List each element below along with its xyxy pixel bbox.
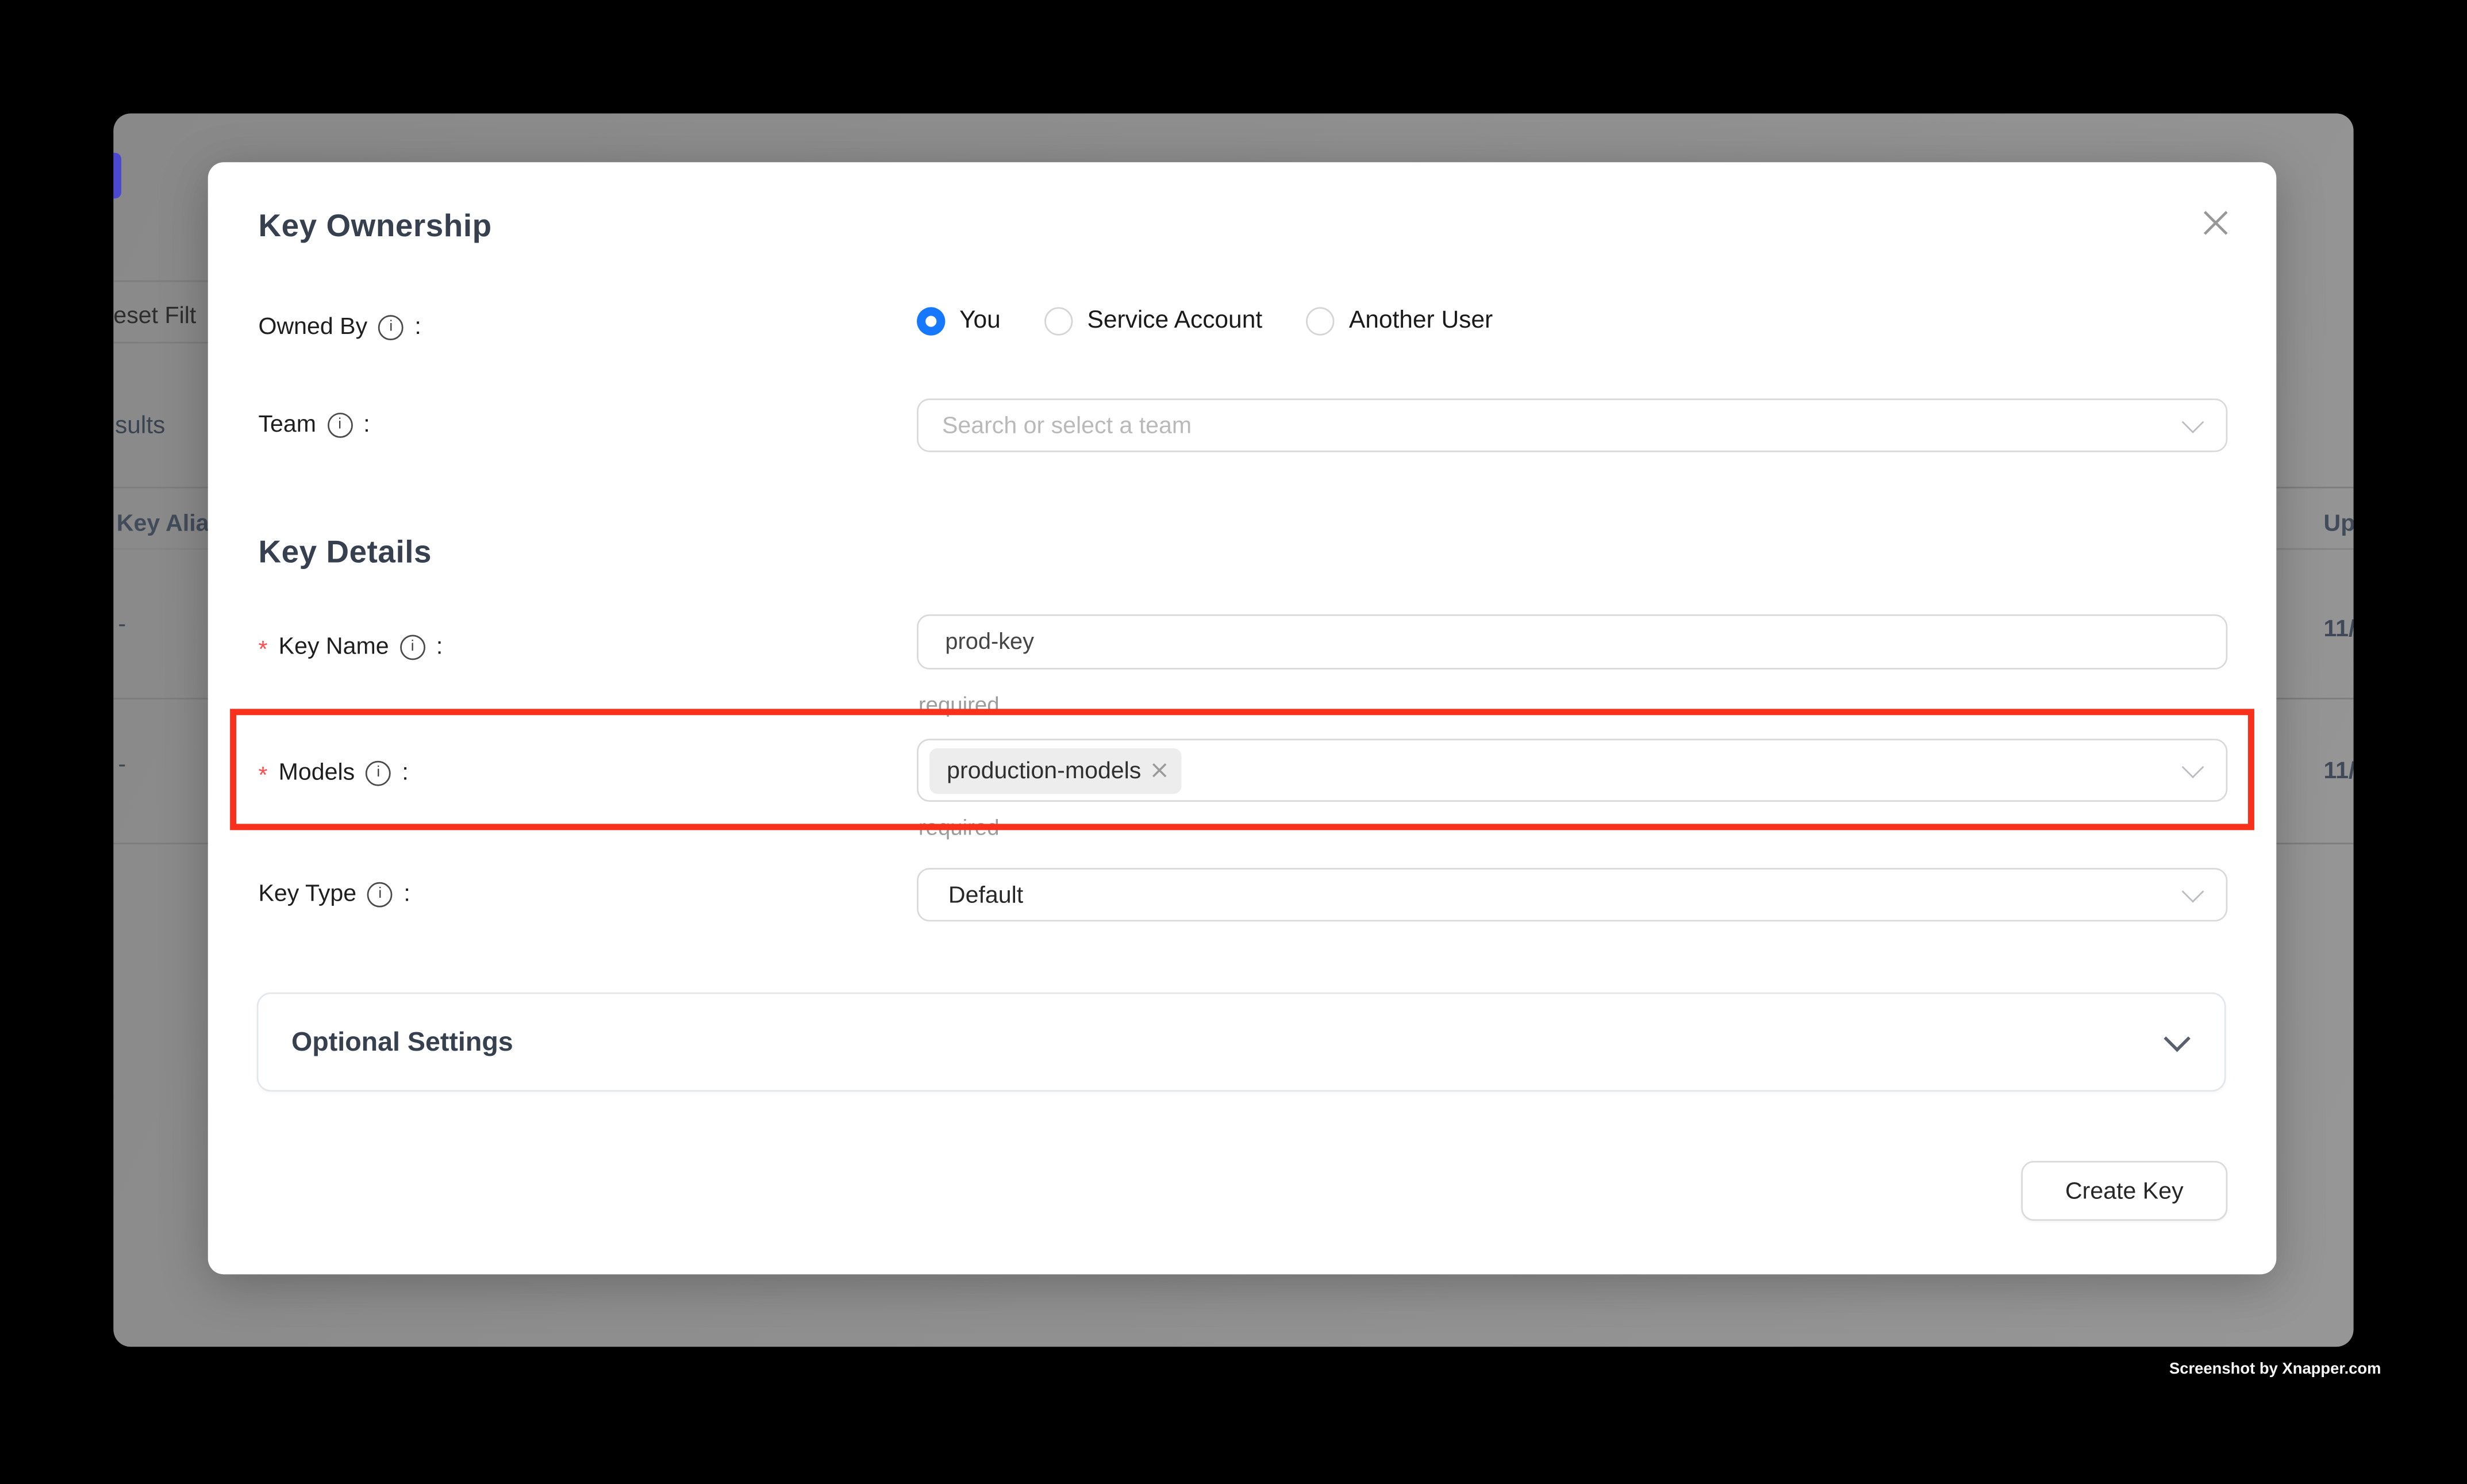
radio-label: You [959,307,1001,335]
section-title-key-details: Key Details [258,536,432,572]
radio-unselected-icon[interactable] [1306,307,1335,335]
radio-unselected-icon[interactable] [1045,307,1073,335]
table-row-alias-cell: - [118,611,126,638]
label-colon: : [436,633,443,660]
key-name-label: * Key Name i : [258,633,443,660]
key-name-label-text: Key Name [279,633,389,660]
close-icon [2201,209,2228,236]
table-row-alias-cell: - [118,751,126,778]
owned-by-label: Owned By i : [258,313,421,340]
column-header-key-alias: Key Alia [117,510,209,537]
table-row-updated-cell: 11/ [2324,758,2354,785]
optional-settings-title: Optional Settings [291,1027,513,1058]
column-header-updated: Up [2324,510,2354,537]
radio-selected-icon[interactable] [917,307,945,335]
chevron-down-icon [2182,411,2204,433]
key-name-value: prod-key [919,629,1034,655]
required-asterisk: * [258,636,267,663]
team-select[interactable]: Search or select a team [917,398,2227,452]
info-icon[interactable]: i [327,412,352,437]
key-type-select[interactable]: Default [917,868,2227,921]
optional-settings-accordion[interactable]: Optional Settings [257,993,2226,1092]
owned-by-label-text: Owned By [258,313,367,340]
label-colon: : [404,881,410,908]
owned-by-radio-group: You Service Account Another User [917,307,1493,335]
radio-owned-by-service-account[interactable]: Service Account [1045,307,1263,335]
info-icon[interactable]: i [367,881,393,906]
annotation-box-models-row [230,709,2254,830]
team-select-placeholder: Search or select a team [919,412,1192,439]
key-type-label: Key Type i : [258,881,410,908]
key-name-input[interactable]: prod-key [917,614,2227,670]
screenshot-canvas: eset Filt sults Key Alia Up - 11/ - 11/ … [0,0,2467,1484]
info-icon[interactable]: i [378,314,404,340]
key-type-value: Default [919,881,1023,908]
radio-label: Service Account [1088,307,1263,335]
label-colon: : [414,313,421,340]
info-icon[interactable]: i [400,634,425,659]
table-row-updated-cell: 11/ [2324,616,2354,643]
results-count-fragment: sults [115,413,165,441]
key-type-label-text: Key Type [258,881,356,908]
background-primary-button-fragment [113,153,121,198]
create-key-button[interactable]: Create Key [2021,1161,2227,1221]
chevron-down-icon [2164,1024,2191,1051]
team-label: Team i : [258,411,370,438]
reset-filters-button-fragment[interactable]: eset Filt [113,302,196,329]
radio-owned-by-you[interactable]: You [917,307,1001,335]
radio-owned-by-another-user[interactable]: Another User [1306,307,1493,335]
xnapper-watermark: Screenshot by Xnapper.com [2169,1361,2381,1378]
team-label-text: Team [258,411,316,438]
label-colon: : [363,411,370,438]
radio-label: Another User [1349,307,1493,335]
section-title-key-ownership: Key Ownership [258,210,491,246]
close-button[interactable] [2191,198,2238,245]
chevron-down-icon [2182,881,2204,903]
